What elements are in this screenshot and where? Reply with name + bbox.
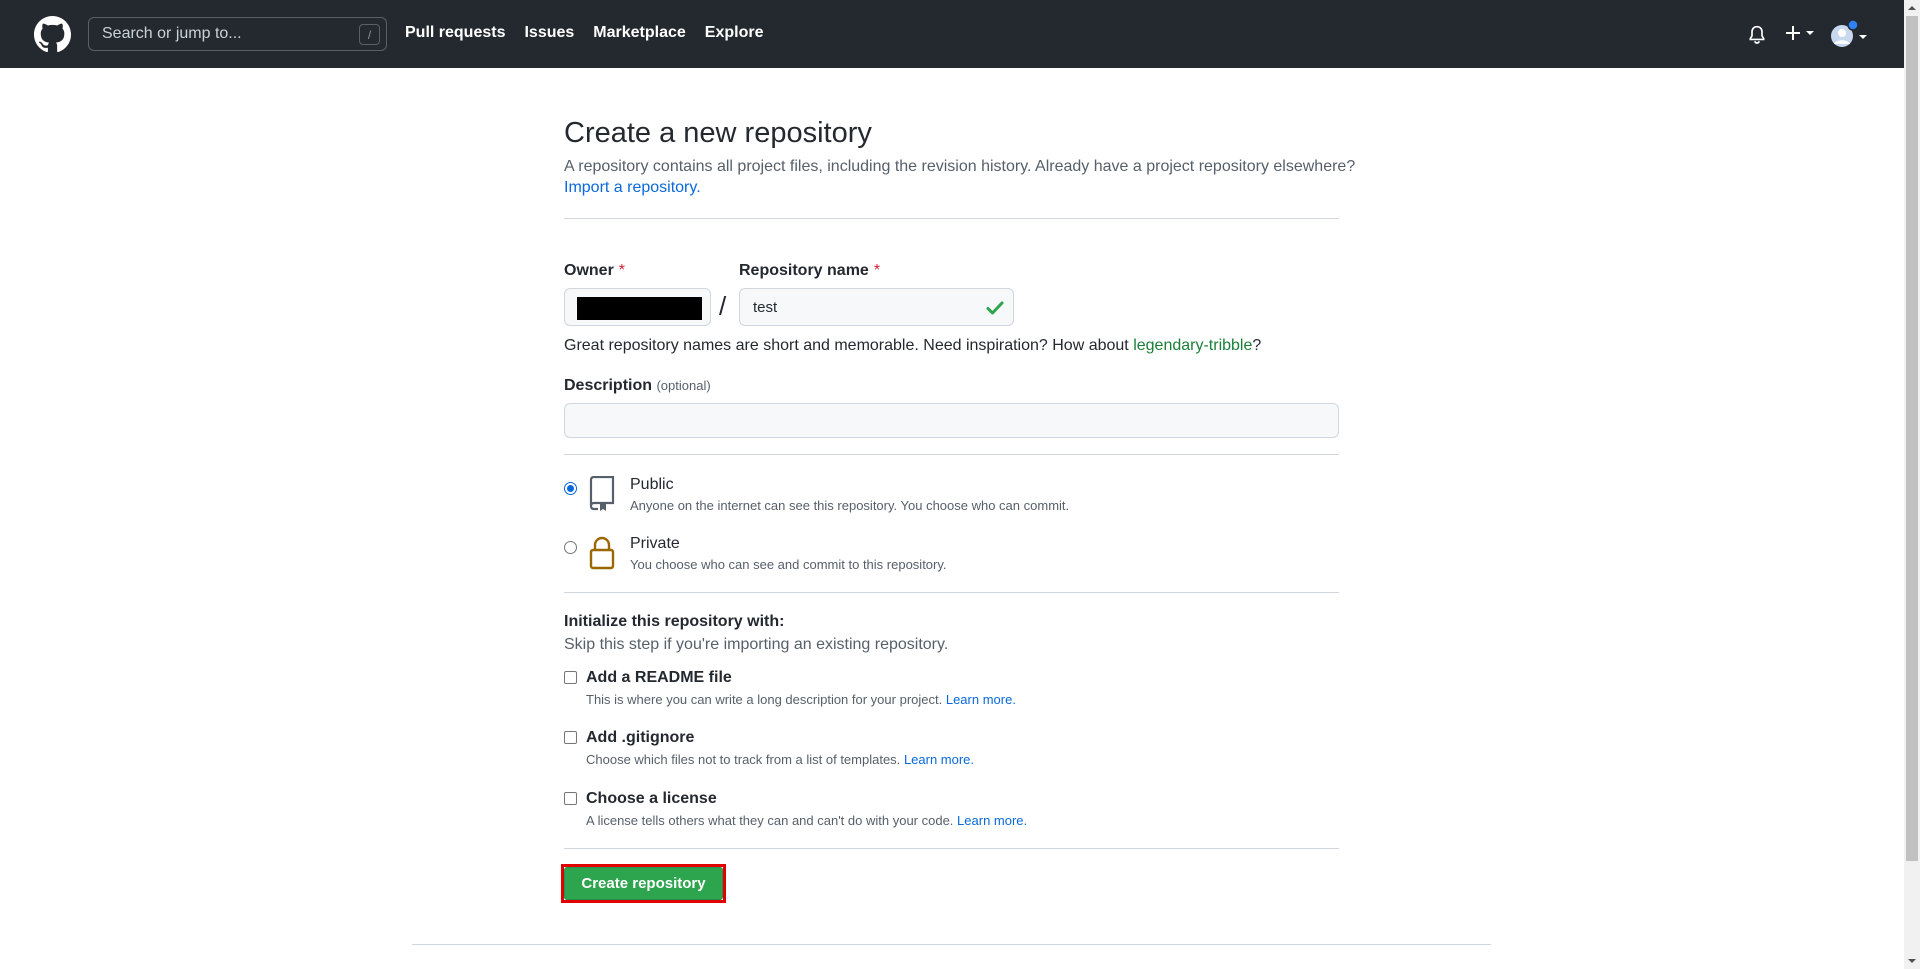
readme-learn-more-link[interactable]: Learn more. [946, 692, 1016, 707]
notifications-bell-icon[interactable] [1748, 25, 1766, 45]
divider [564, 592, 1339, 593]
lock-icon [589, 536, 615, 570]
scrollbar-thumb[interactable] [1906, 16, 1918, 861]
search-shortcut-hint: / [359, 24, 380, 45]
repo-book-icon [589, 476, 615, 511]
gitignore-checkbox[interactable] [564, 731, 577, 744]
nav-issues[interactable]: Issues [524, 24, 574, 42]
owner-repo-separator: / [719, 291, 727, 321]
nav-marketplace[interactable]: Marketplace [593, 24, 686, 42]
scroll-up-arrow-icon[interactable] [1904, 0, 1920, 16]
name-suggestion-link[interactable]: legendary-tribble [1133, 337, 1252, 354]
nav-explore[interactable]: Explore [705, 24, 764, 42]
page-subtitle: A repository contains all project files,… [564, 158, 1356, 175]
public-description: Anyone on the internet can see this repo… [630, 498, 1070, 513]
license-title: Choose a license [586, 790, 717, 807]
private-radio[interactable] [564, 541, 577, 554]
private-description: You choose who can see and commit to thi… [630, 557, 947, 572]
footer-divider [412, 944, 1491, 945]
global-header: Search or jump to... / Pull requests Iss… [0, 0, 1904, 68]
user-menu[interactable] [1830, 19, 1870, 48]
repo-name-value: test [753, 298, 778, 316]
private-title: Private [630, 535, 680, 552]
gitignore-title: Add .gitignore [586, 729, 695, 746]
owner-select[interactable] [564, 288, 711, 326]
license-description: A license tells others what they can and… [586, 813, 1028, 828]
nav-pull-requests[interactable]: Pull requests [405, 24, 505, 42]
owner-redacted [577, 297, 702, 320]
readme-title: Add a README file [586, 669, 732, 686]
repo-name-hint: Great repository names are short and mem… [564, 337, 1262, 354]
license-checkbox[interactable] [564, 792, 577, 805]
github-logo-icon[interactable] [34, 16, 71, 53]
page-title: Create a new repository [564, 117, 872, 149]
avatar-icon [1831, 19, 1867, 47]
readme-description: This is where you can write a long descr… [586, 692, 1016, 707]
divider [564, 218, 1339, 219]
create-new-dropdown-icon[interactable] [1784, 22, 1820, 44]
description-input[interactable] [564, 403, 1339, 438]
search-placeholder: Search or jump to... [102, 25, 242, 42]
license-learn-more-link[interactable]: Learn more. [957, 813, 1027, 828]
description-label: Description (optional) [564, 377, 711, 394]
owner-label: Owner * [564, 262, 626, 279]
readme-checkbox[interactable] [564, 671, 577, 684]
create-repository-button[interactable]: Create repository [564, 867, 723, 900]
import-repository-link[interactable]: Import a repository. [564, 179, 701, 197]
page-scrollbar[interactable] [1904, 0, 1920, 969]
repo-name-input[interactable]: test [739, 288, 1014, 326]
repo-name-label: Repository name * [739, 262, 881, 279]
init-section-subtitle: Skip this step if you're importing an ex… [564, 636, 949, 653]
init-section-title: Initialize this repository with: [564, 613, 785, 630]
public-radio[interactable] [564, 482, 577, 495]
public-title: Public [630, 476, 674, 493]
header-nav: Pull requests Issues Marketplace Explore [405, 24, 782, 42]
search-input[interactable]: Search or jump to... / [88, 17, 387, 51]
scroll-down-arrow-icon[interactable] [1904, 953, 1920, 969]
divider [564, 848, 1339, 849]
gitignore-description: Choose which files not to track from a l… [586, 752, 975, 767]
valid-check-icon [986, 301, 1004, 315]
divider [564, 454, 1339, 455]
gitignore-learn-more-link[interactable]: Learn more. [904, 752, 974, 767]
